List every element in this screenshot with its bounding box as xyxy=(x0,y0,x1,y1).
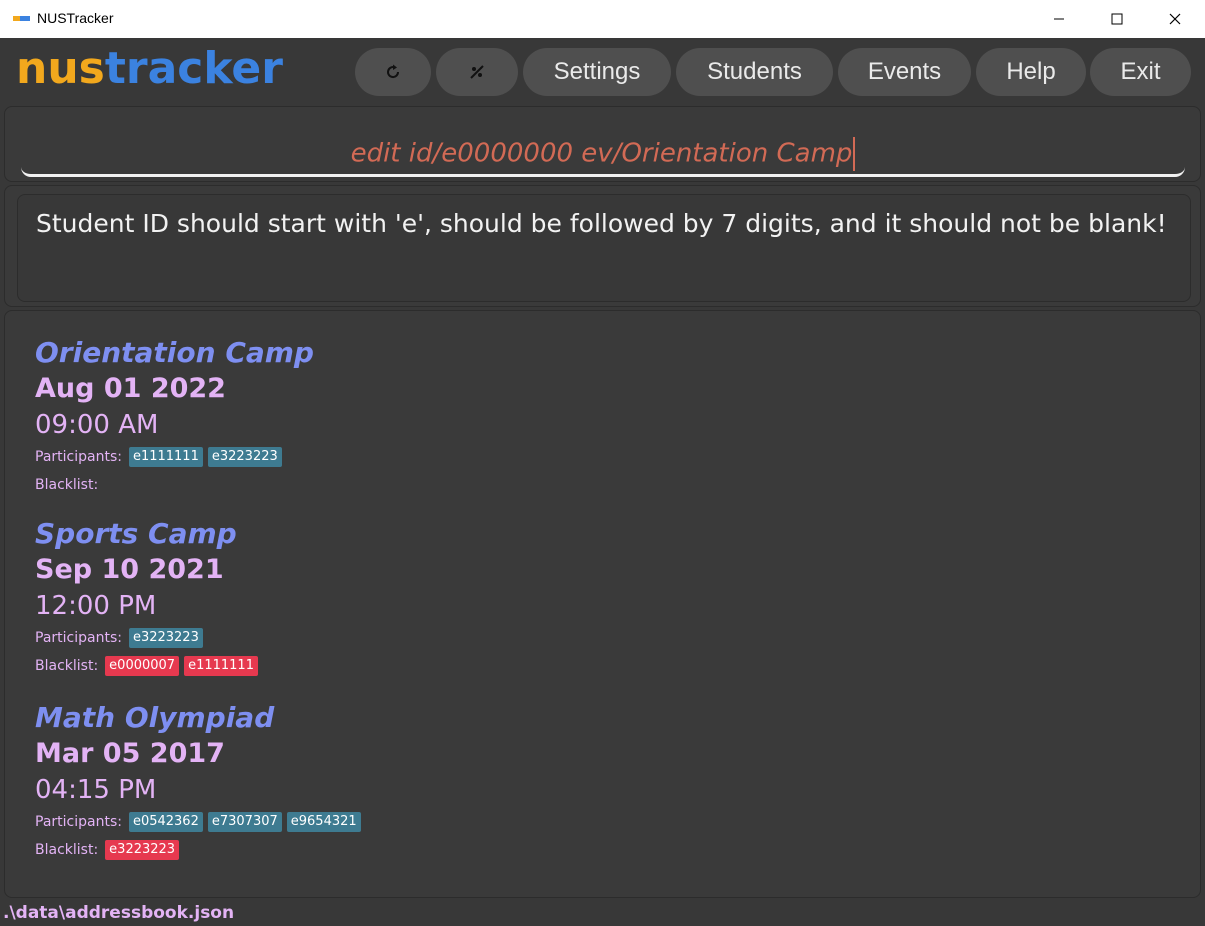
event-date: Aug 01 2022 xyxy=(35,373,226,404)
maximize-icon xyxy=(1111,13,1123,25)
window-title: NUSTracker xyxy=(37,10,114,26)
blacklist-row: Blacklist: e0000007 e1111111 xyxy=(35,652,258,680)
event-time: 04:15 PM xyxy=(35,775,157,805)
refresh-icon xyxy=(387,64,400,79)
participants-row: Participants: e0542362 e7307307 e9654321 xyxy=(35,808,361,836)
window-titlebar: NUSTracker xyxy=(0,0,1205,39)
status-bar: .\data\addressbook.json xyxy=(0,900,1205,926)
students-button[interactable]: Students xyxy=(676,48,833,96)
blacklist-label: Blacklist: xyxy=(35,842,99,858)
participant-tag: e1111111 xyxy=(128,447,203,467)
exit-button[interactable]: Exit xyxy=(1090,48,1191,96)
blacklist-label: Blacklist: xyxy=(35,658,99,674)
event-name: Orientation Camp xyxy=(35,336,314,369)
close-button[interactable] xyxy=(1146,0,1204,38)
event-date: Sep 10 2021 xyxy=(35,554,224,585)
command-text-wrap: edit id/e0000000 ev/Orientation Camp xyxy=(21,137,1185,171)
blacklist-tag: e1111111 xyxy=(184,656,258,676)
blacklist-tag: e3223223 xyxy=(105,840,180,860)
blacklist-row: Blacklist: e3223223 xyxy=(35,836,361,864)
event-name: Sports Camp xyxy=(35,517,237,550)
close-icon xyxy=(1169,13,1181,25)
app-logo: nustracker xyxy=(16,44,283,94)
maximize-button[interactable] xyxy=(1088,0,1146,38)
command-panel: edit id/e0000000 ev/Orientation Camp xyxy=(4,106,1201,182)
participants-row: Participants: e1111111 e3223223 xyxy=(35,443,314,471)
participant-tag: e9654321 xyxy=(286,812,361,832)
event-time: 09:00 AM xyxy=(35,410,159,440)
participants-label: Participants: xyxy=(35,814,122,830)
event-card[interactable]: Math Olympiad Mar 05 2017 04:15 PM Parti… xyxy=(35,700,361,864)
result-message: Student ID should start with 'e', should… xyxy=(36,209,1167,238)
theme-toggle-button[interactable] xyxy=(436,48,518,96)
command-input[interactable]: edit id/e0000000 ev/Orientation Camp xyxy=(21,115,1185,177)
logo-tracker: tracker xyxy=(104,43,283,94)
participant-tag: e3223223 xyxy=(207,447,282,467)
event-card[interactable]: Sports Camp Sep 10 2021 12:00 PM Partici… xyxy=(35,516,258,680)
save-location: .\data\addressbook.json xyxy=(3,903,235,923)
result-panel: Student ID should start with 'e', should… xyxy=(4,185,1201,307)
participants-label: Participants: xyxy=(35,630,122,646)
participants-label: Participants: xyxy=(35,449,122,465)
result-display[interactable]: Student ID should start with 'e', should… xyxy=(17,194,1191,302)
settings-button[interactable]: Settings xyxy=(523,48,671,96)
app-header: nustracker Settings Students Events Help… xyxy=(0,38,1205,106)
logo-nus: nus xyxy=(16,43,105,94)
minimize-icon xyxy=(1054,18,1064,20)
participant-tag: e0542362 xyxy=(128,812,203,832)
theme-toggle-icon xyxy=(470,65,484,79)
blacklist-label: Blacklist: xyxy=(35,477,99,493)
event-time: 12:00 PM xyxy=(35,591,157,621)
minimize-button[interactable] xyxy=(1030,0,1088,38)
refresh-button[interactable] xyxy=(355,48,431,96)
app-icon xyxy=(13,16,30,21)
command-value: edit id/e0000000 ev/Orientation Camp xyxy=(350,138,853,169)
help-button[interactable]: Help xyxy=(976,48,1086,96)
blacklist-row: Blacklist: xyxy=(35,471,314,499)
participant-tag: e7307307 xyxy=(207,812,282,832)
event-name: Math Olympiad xyxy=(35,701,275,734)
event-card[interactable]: Orientation Camp Aug 01 2022 09:00 AM Pa… xyxy=(35,335,314,499)
events-button[interactable]: Events xyxy=(838,48,971,96)
text-caret xyxy=(853,137,856,171)
event-date: Mar 05 2017 xyxy=(35,738,225,769)
event-list-panel[interactable]: Orientation Camp Aug 01 2022 09:00 AM Pa… xyxy=(4,310,1201,898)
blacklist-tag: e0000007 xyxy=(105,656,180,676)
participants-row: Participants: e3223223 xyxy=(35,624,258,652)
participant-tag: e3223223 xyxy=(128,628,203,648)
